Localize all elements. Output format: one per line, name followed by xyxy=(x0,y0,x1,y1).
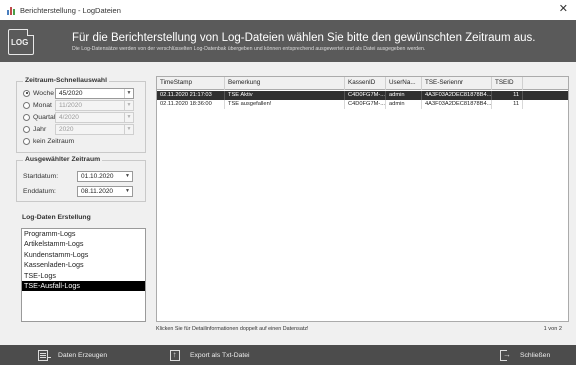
cell-tse-serial: 4A3F03A2DEC81878B4... xyxy=(422,91,492,100)
table-row[interactable]: 02.11.2020 18:36:00 TSE ausgefallen! C4D… xyxy=(157,100,568,109)
radio-jahr[interactable]: Jahr xyxy=(23,124,46,134)
quick-select-legend: Zeitraum-Schnellauswahl xyxy=(23,77,109,84)
radio-button[interactable] xyxy=(23,113,30,121)
period-legend: Ausgewählter Zeitraum xyxy=(23,156,103,163)
radio-kein-zeitraum[interactable]: kein Zeitraum xyxy=(23,136,74,146)
log-list-title: Log-Daten Erstellung xyxy=(22,214,91,221)
log-type-list[interactable]: Programm-Logs Artikelstamm-Logs Kundenst… xyxy=(21,228,146,322)
period-group: Ausgewählter Zeitraum Startdatum: 01.10.… xyxy=(16,156,146,202)
cell-tseid: 11 xyxy=(492,100,523,109)
radio-woche[interactable]: Woche xyxy=(23,88,54,98)
window-titlebar: Berichterstellung - LogDateien ✕ xyxy=(0,0,576,20)
cell-kassenid: C4D0FG7M-... xyxy=(345,100,386,109)
header-title: Für die Berichterstellung von Log-Dateie… xyxy=(72,32,536,44)
close-label: Schließen xyxy=(520,351,551,359)
radio-button[interactable] xyxy=(23,125,30,133)
start-date-label: Startdatum: xyxy=(23,173,59,180)
log-icon-text: LOG xyxy=(11,38,29,47)
year-combo-value: 2020 xyxy=(59,126,74,133)
cell-user: admin xyxy=(386,91,422,100)
radio-button-checked[interactable] xyxy=(23,89,30,97)
grid-header: TimeStamp Bemerkung KassenID UserNa... T… xyxy=(157,77,568,90)
cell-timestamp: 02.11.2020 18:36:00 xyxy=(157,100,225,109)
end-date-picker[interactable]: 08.11.2020 ▼ xyxy=(77,186,133,197)
column-header-filler xyxy=(523,77,568,90)
list-item-tse-ausfall-logs[interactable]: TSE-Ausfall-Logs xyxy=(22,280,145,292)
start-date-picker[interactable]: 01.10.2020 ▼ xyxy=(77,171,133,182)
quarter-combo: 4/2020 ▼ xyxy=(55,112,134,123)
quarter-combo-value: 4/2020 xyxy=(59,114,79,121)
radio-button[interactable] xyxy=(23,101,30,109)
year-combo: 2020 ▼ xyxy=(55,124,134,135)
end-date-label: Enddatum: xyxy=(23,188,56,195)
radio-quartal[interactable]: Quartal xyxy=(23,112,55,122)
list-item-artikelstamm-logs[interactable]: Artikelstamm-Logs xyxy=(22,239,145,249)
radio-label-quartal: Quartal xyxy=(33,113,56,121)
table-row[interactable]: 02.11.2020 21:17:03 TSE Aktiv C4D0FG7M-.… xyxy=(157,91,568,100)
file-upload-icon xyxy=(170,349,180,361)
page-indicator: 1 von 2 xyxy=(543,326,562,332)
bar-chart-icon xyxy=(6,5,16,15)
chevron-down-icon[interactable]: ▼ xyxy=(123,172,132,181)
chevron-down-icon: ▼ xyxy=(124,113,133,122)
radio-label-kein-zeitraum: kein Zeitraum xyxy=(33,137,75,145)
column-header-tse-seriennr[interactable]: TSE-Seriennr xyxy=(422,77,492,90)
generate-data-button[interactable]: Daten Erzeugen xyxy=(38,345,107,365)
header-banner: LOG Für die Berichterstellung von Log-Da… xyxy=(0,20,576,62)
export-txt-button[interactable]: Export als Txt-Datei xyxy=(170,345,250,365)
end-date-value: 08.11.2020 xyxy=(81,188,114,195)
cell-filler xyxy=(523,100,568,109)
cell-bemerkung: TSE ausgefallen! xyxy=(225,100,345,109)
log-data-grid[interactable]: TimeStamp Bemerkung KassenID UserNa... T… xyxy=(156,76,569,322)
column-header-username[interactable]: UserNa... xyxy=(386,77,422,90)
quick-select-group: Zeitraum-Schnellauswahl Woche 45/2020 ▼ … xyxy=(16,77,146,153)
chevron-down-icon: ▼ xyxy=(124,125,133,134)
export-txt-label: Export als Txt-Datei xyxy=(190,351,250,359)
month-combo: 11/2020 ▼ xyxy=(55,100,134,111)
log-file-icon: LOG xyxy=(8,29,34,55)
chevron-down-icon[interactable]: ▼ xyxy=(123,187,132,196)
radio-label-jahr: Jahr xyxy=(33,125,47,133)
start-date-value: 01.10.2020 xyxy=(81,173,114,180)
list-item-tse-logs[interactable]: TSE-Logs xyxy=(22,271,145,281)
radio-label-monat: Monat xyxy=(33,101,52,109)
list-item-kundenstamm-logs[interactable]: Kundenstamm-Logs xyxy=(22,250,145,260)
week-combo[interactable]: 45/2020 ▼ xyxy=(55,88,134,99)
cell-tseid: 11 xyxy=(492,91,523,100)
list-item-kassenladen-logs[interactable]: Kassenladen-Logs xyxy=(22,260,145,270)
chevron-down-icon: ▼ xyxy=(124,101,133,110)
status-hint: Klicken Sie für Detailinformationen dopp… xyxy=(156,326,309,332)
cell-user: admin xyxy=(386,100,422,109)
month-combo-value: 11/2020 xyxy=(59,102,83,109)
radio-label-woche: Woche xyxy=(33,89,55,97)
cell-timestamp: 02.11.2020 21:17:03 xyxy=(157,91,225,100)
cell-bemerkung: TSE Aktiv xyxy=(225,91,345,100)
header-subtitle: Die Log-Datensätze werden von der versch… xyxy=(72,46,426,52)
exit-door-icon xyxy=(500,349,511,361)
close-button[interactable]: Schließen xyxy=(500,345,550,365)
week-combo-value: 45/2020 xyxy=(59,90,83,97)
radio-button[interactable] xyxy=(23,137,30,145)
list-item-programm-logs[interactable]: Programm-Logs xyxy=(22,229,145,239)
radio-monat[interactable]: Monat xyxy=(23,100,52,110)
footer-bar: Daten Erzeugen Export als Txt-Datei Schl… xyxy=(0,345,576,365)
cell-tse-serial: 4A3F03A2DEC81878B4... xyxy=(422,100,492,109)
column-header-tseid[interactable]: TSEID xyxy=(492,77,523,90)
generate-data-label: Daten Erzeugen xyxy=(58,351,108,359)
column-header-kassenid[interactable]: KassenID xyxy=(345,77,386,90)
column-header-timestamp[interactable]: TimeStamp xyxy=(157,77,225,90)
cell-kassenid: C4D0FG7M-... xyxy=(345,91,386,100)
column-header-bemerkung[interactable]: Bemerkung xyxy=(225,77,345,90)
window-title: Berichterstellung - LogDateien xyxy=(20,5,121,15)
chevron-down-icon[interactable]: ▼ xyxy=(124,89,133,98)
close-icon[interactable]: ✕ xyxy=(559,4,568,15)
list-export-icon xyxy=(38,349,51,361)
cell-filler xyxy=(523,91,568,100)
